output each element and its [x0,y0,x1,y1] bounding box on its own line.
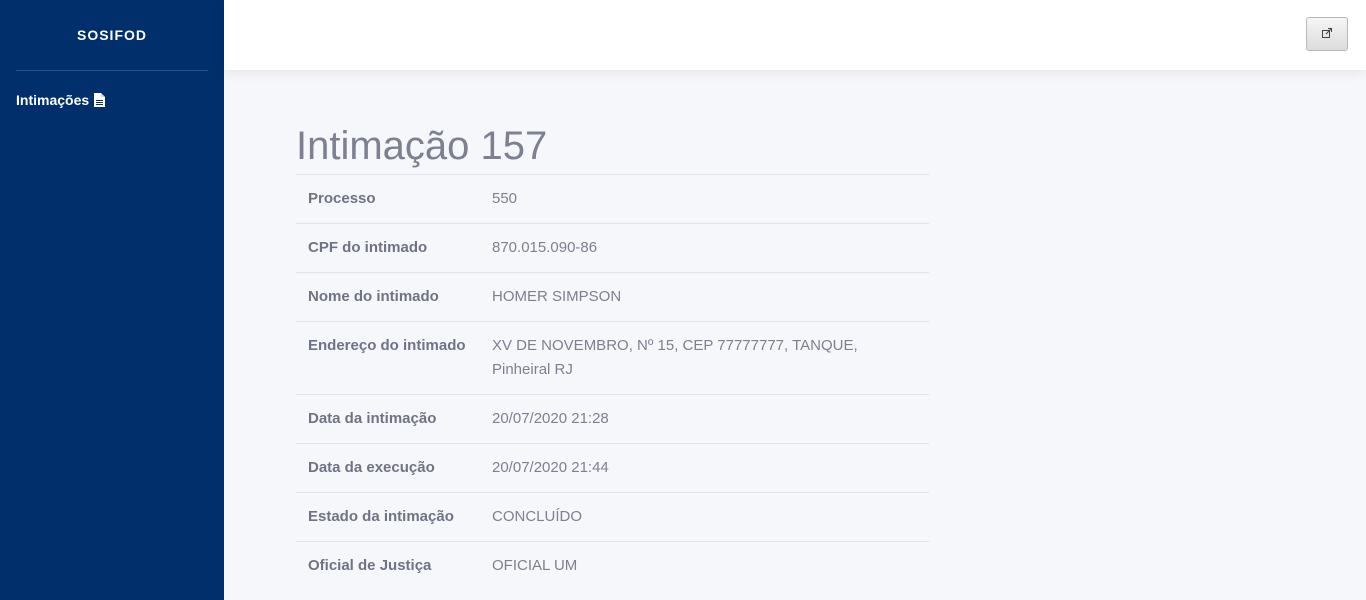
row-value: XV DE NOVEMBRO, Nº 15, CEP 77777777, TAN… [492,337,858,378]
page-title: Intimação 157 [296,124,548,168]
table-row: Data da intimação 20/07/2020 21:28 [296,394,929,444]
table-row: Oficial de Justiça OFICIAL UM [296,541,929,591]
external-link-icon [1322,25,1332,43]
row-label: Data da intimação [308,410,437,427]
row-label: Oficial de Justiça [308,557,432,574]
row-value: 550 [492,190,518,207]
row-label: Endereço do intimado [308,337,466,354]
table-row: Nome do intimado HOMER SIMPSON [296,272,929,322]
table-row: Data da execução 20/07/2020 21:44 [296,443,929,493]
row-value: 870.015.090-86 [492,239,598,256]
sidebar-item-label: Intimações [16,92,90,108]
row-label: Data da execução [308,459,435,476]
table-row: Endereço do intimado XV DE NOVEMBRO, Nº … [296,321,929,395]
row-label: Nome do intimado [308,288,439,305]
table-row: Processo 550 [296,174,929,224]
row-value: HOMER SIMPSON [492,288,622,305]
row-value: 20/07/2020 21:28 [492,410,609,427]
app-brand[interactable]: SOSIFOD [0,0,224,70]
row-value: OFICIAL UM [492,557,578,574]
row-label: Estado da intimação [308,508,454,525]
external-link-button[interactable] [1306,17,1348,51]
top-bar [224,0,1366,70]
row-label: CPF do intimado [308,239,428,256]
row-value: 20/07/2020 21:44 [492,459,609,476]
row-value: CONCLUÍDO [492,508,583,525]
main-content: Intimação 157 Processo 550 CPF do intima… [296,70,929,590]
sidebar-item-intimacoes[interactable]: Intimações [0,71,224,108]
table-row: CPF do intimado 870.015.090-86 [296,223,929,273]
sidebar: SOSIFOD Intimações [0,0,224,600]
document-icon [94,93,106,107]
table-row: Estado da intimação CONCLUÍDO [296,492,929,542]
row-label: Processo [308,190,376,207]
details-table: Processo 550 CPF do intimado 870.015.090… [296,174,929,590]
